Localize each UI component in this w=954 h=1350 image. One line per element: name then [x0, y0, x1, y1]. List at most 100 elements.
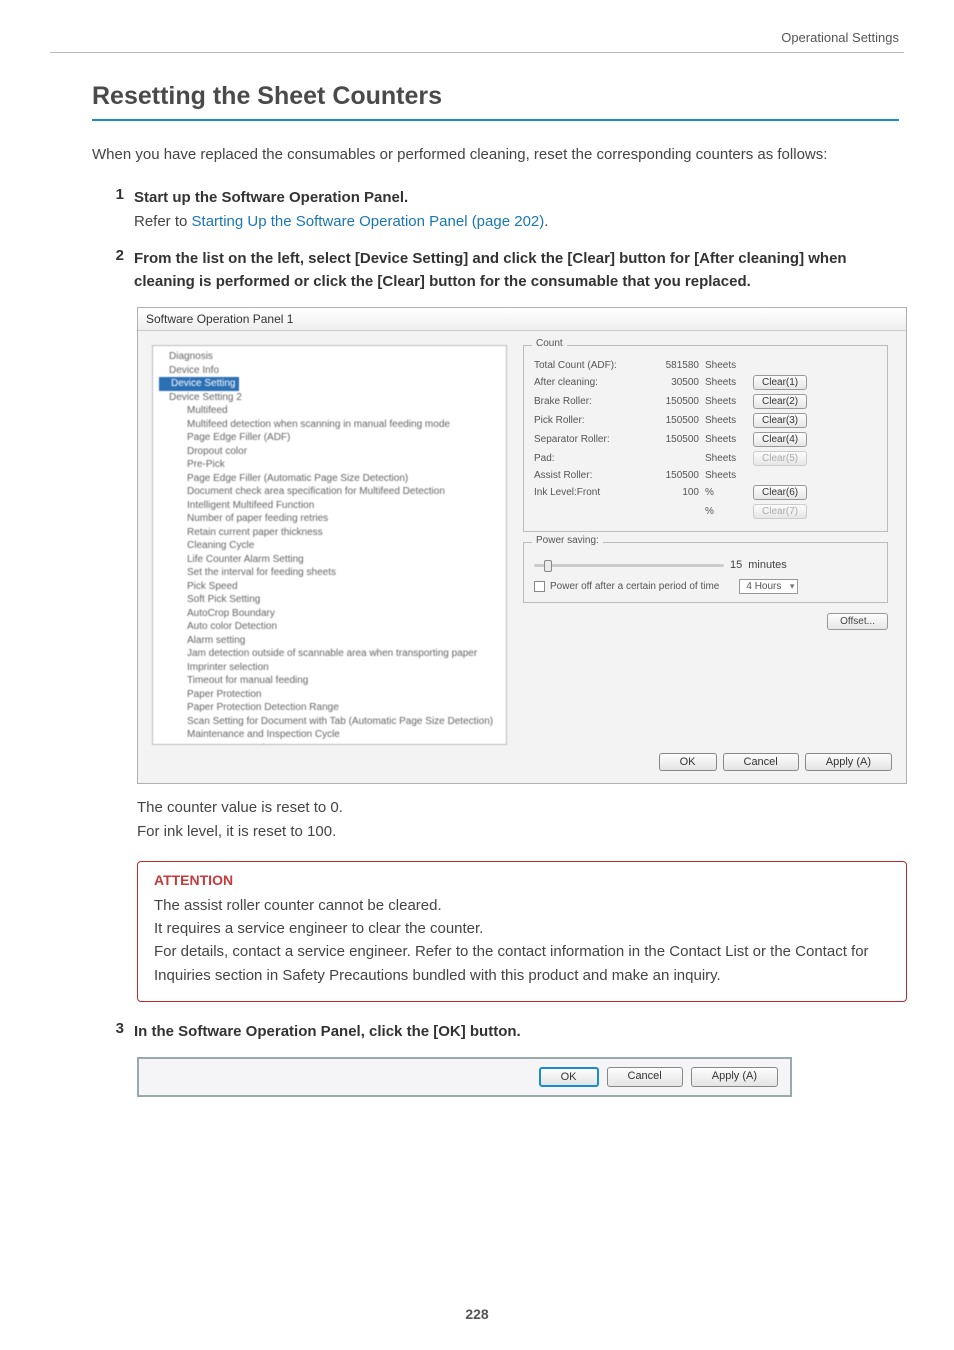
apply-button[interactable]: Apply (A)	[805, 753, 892, 771]
counter-row: Brake Roller:150500Sheets Clear(2)	[534, 394, 877, 409]
tree-item[interactable]: Device Setting	[159, 377, 239, 391]
tree-item[interactable]: Diagnosis	[159, 350, 500, 364]
tree-item[interactable]: Alarm setting	[159, 634, 500, 648]
reset-note-line: The counter value is reset to 0.	[137, 796, 899, 819]
clear-button[interactable]: Clear(6)	[753, 485, 807, 500]
cancel-button[interactable]: Cancel	[607, 1067, 683, 1087]
tree-item[interactable]: Multifeed detection when scanning in man…	[159, 418, 500, 432]
power-off-checkbox[interactable]: Power off after a certain period of time…	[534, 579, 877, 594]
tree-item[interactable]: Timeout for manual feeding	[159, 674, 500, 688]
attention-title: ATTENTION	[154, 872, 890, 888]
tree-item[interactable]: Device Info	[159, 364, 500, 378]
counter-unit: Sheets	[699, 377, 747, 388]
ok-button[interactable]: OK	[659, 753, 717, 771]
attention-line: It requires a service engineer to clear …	[154, 917, 890, 940]
counter-unit: %	[699, 506, 747, 517]
count-group: Count Total Count (ADF):581580SheetsAfte…	[523, 345, 888, 532]
counter-label: Total Count (ADF):	[534, 360, 644, 371]
page-number: 228	[0, 1306, 954, 1322]
tree-item[interactable]: Intelligent Multifeed Function	[159, 499, 500, 513]
step-title: Start up the Software Operation Panel.	[134, 186, 899, 209]
tree-item[interactable]: Jam detection outside of scannable area …	[159, 647, 500, 661]
power-minutes-value: 15	[730, 559, 742, 571]
counter-row: Assist Roller:150500Sheets	[534, 470, 877, 481]
tree-item[interactable]: Pre-Pick	[159, 458, 500, 472]
step-3: 3 In the Software Operation Panel, click…	[110, 1020, 899, 1043]
tree-item[interactable]: Auto color Detection	[159, 620, 500, 634]
header-rule	[50, 52, 904, 53]
counter-value: 150500	[644, 396, 699, 407]
tree-item[interactable]: Multifeed	[159, 404, 500, 418]
tree-item[interactable]: Paper Protection Detection Range	[159, 701, 500, 715]
step-sub-prefix: Refer to	[134, 213, 192, 230]
clear-button[interactable]: Clear(1)	[753, 375, 807, 390]
dialog-title: Software Operation Panel 1	[138, 308, 906, 331]
counter-row: Pad: Sheets Clear(5)	[534, 451, 877, 466]
counter-row: % Clear(7)	[534, 504, 877, 519]
attention-box: ATTENTION The assist roller counter cann…	[137, 861, 907, 1002]
power-saving-slider[interactable]: 15 minutes	[534, 559, 877, 571]
clear-button[interactable]: Clear(3)	[753, 413, 807, 428]
counter-unit: Sheets	[699, 453, 747, 464]
counter-label: Brake Roller:	[534, 396, 644, 407]
step-number: 2	[110, 247, 124, 294]
tree-item[interactable]: Page Edge Filler (ADF)	[159, 431, 500, 445]
tree-item[interactable]: AutoCrop Boundary	[159, 607, 500, 621]
reset-note-line: For ink level, it is reset to 100.	[137, 820, 899, 843]
step-2: 2 From the list on the left, select [Dev…	[110, 247, 899, 294]
tree-item[interactable]: Maintenance and Inspection Cycle	[159, 728, 500, 742]
counter-value: 150500	[644, 470, 699, 481]
counter-row: Separator Roller:150500SheetsClear(4)	[534, 432, 877, 447]
tree-item[interactable]: Page Edge Filler (Automatic Page Size De…	[159, 472, 500, 486]
counter-label: Pad:	[534, 453, 644, 464]
tree-item[interactable]: Scan Setting for Document with Tab (Auto…	[159, 715, 500, 729]
counter-unit: Sheets	[699, 360, 747, 371]
tree-item[interactable]: Life Counter Alarm Setting	[159, 553, 500, 567]
page-title: Resetting the Sheet Counters	[92, 82, 899, 121]
tree-item[interactable]: Paper Protection	[159, 688, 500, 702]
tree-item[interactable]: Soft Pick Setting	[159, 593, 500, 607]
clear-button: Clear(5)	[753, 451, 807, 466]
clear-button[interactable]: Clear(2)	[753, 394, 807, 409]
tree-item[interactable]: Cleaning Cycle	[159, 539, 500, 553]
counter-row: Total Count (ADF):581580Sheets	[534, 360, 877, 371]
counter-label: Pick Roller:	[534, 415, 644, 426]
power-off-select[interactable]: 4 Hours	[739, 579, 798, 594]
power-off-label: Power off after a certain period of time	[550, 581, 719, 592]
clear-button: Clear(7)	[753, 504, 807, 519]
counter-value: 150500	[644, 434, 699, 445]
tree-item[interactable]: Device Setting 2	[159, 391, 500, 405]
attention-line: For details, contact a service engineer.…	[154, 940, 890, 987]
mini-dialog: OK Cancel Apply (A)	[137, 1057, 792, 1097]
tree-item[interactable]: Set the interval for feeding sheets	[159, 566, 500, 580]
counter-row: After cleaning:30500SheetsClear(1)	[534, 375, 877, 390]
tree-item[interactable]: Retain current paper thickness	[159, 526, 500, 540]
counter-row: Ink Level:Front100%Clear(6)	[534, 485, 877, 500]
tree-item[interactable]: Dropout color	[159, 445, 500, 459]
counter-label: Assist Roller:	[534, 470, 644, 481]
power-minutes-unit: minutes	[748, 559, 787, 571]
apply-button[interactable]: Apply (A)	[691, 1067, 778, 1087]
step-number: 3	[110, 1020, 124, 1043]
counter-value: 150500	[644, 415, 699, 426]
tree-item[interactable]: Overscan Control	[159, 742, 500, 746]
step-title: In the Software Operation Panel, click t…	[134, 1020, 899, 1043]
cancel-button[interactable]: Cancel	[723, 753, 799, 771]
tree-item-selected[interactable]: Device Setting	[169, 377, 237, 391]
power-saving-group: Power saving: 15 minutes Power off after…	[523, 542, 888, 603]
attention-line: The assist roller counter cannot be clea…	[154, 894, 890, 917]
settings-tree[interactable]: DiagnosisDevice InfoDevice SettingDevice…	[152, 345, 507, 745]
intro-text: When you have replaced the consumables o…	[92, 143, 899, 166]
tree-item[interactable]: Number of paper feeding retries	[159, 512, 500, 526]
clear-button[interactable]: Clear(4)	[753, 432, 807, 447]
counter-unit: Sheets	[699, 415, 747, 426]
tree-item[interactable]: Document check area specification for Mu…	[159, 485, 500, 499]
offset-button[interactable]: Offset...	[827, 613, 888, 630]
reset-note: The counter value is reset to 0. For ink…	[137, 796, 899, 843]
tree-item[interactable]: Pick Speed	[159, 580, 500, 594]
header-category: Operational Settings	[781, 30, 899, 45]
counter-unit: Sheets	[699, 396, 747, 407]
tree-item[interactable]: Imprinter selection	[159, 661, 500, 675]
ok-button[interactable]: OK	[539, 1067, 599, 1087]
link-starting-sop[interactable]: Starting Up the Software Operation Panel…	[192, 213, 545, 230]
